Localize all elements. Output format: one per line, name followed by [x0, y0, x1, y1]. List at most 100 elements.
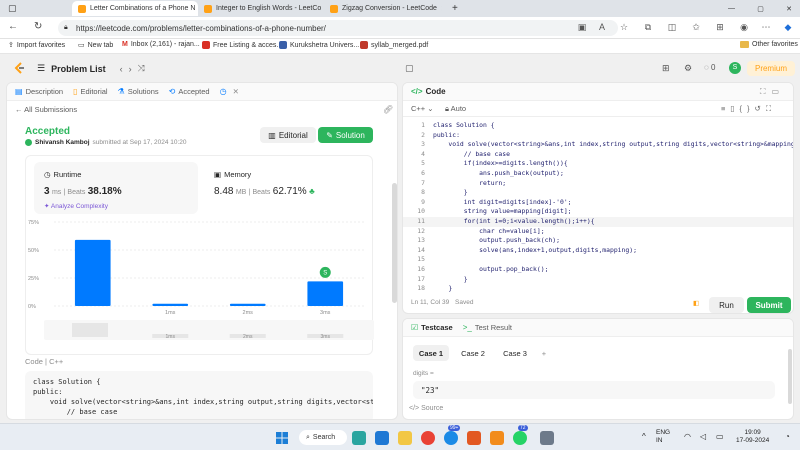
case-2-button[interactable]: Case 2 [455, 345, 491, 361]
code-line[interactable]: 1 class Solution { [403, 121, 793, 131]
taskbar-search[interactable]: ⌕ Search [299, 430, 347, 445]
memory-box[interactable]: ▣ Memory 8.48 MB | Beats 62.71% ♣ [204, 162, 368, 214]
runtime-box[interactable]: ◷ Runtime 3 ms | Beats 38.18% ✦ Analyze C… [34, 162, 198, 214]
author-name[interactable]: Shivansh Kamboj [35, 139, 90, 146]
leetcode-logo-icon[interactable] [13, 62, 26, 75]
collections-icon[interactable]: ⊞ [714, 22, 726, 34]
url-input[interactable]: 🔒︎ https://leetcode.com/problems/letter-… [58, 20, 618, 36]
tray-chevron-icon[interactable]: ^ [642, 432, 646, 441]
code-line[interactable]: 8 } [403, 188, 793, 198]
note-icon[interactable]: ◧ [693, 299, 699, 307]
chart-bar[interactable] [74, 239, 111, 306]
bookmark-import[interactable]: ⇪ Import favorites [8, 41, 65, 50]
collapse-icon[interactable]: ▭ [771, 87, 785, 96]
scrollbar[interactable] [788, 349, 792, 404]
edge-icon[interactable]: 99+ [444, 425, 461, 445]
back-icon[interactable]: ← [8, 21, 18, 32]
code-line[interactable]: 12 char ch=value[i]; [403, 227, 793, 237]
clock[interactable]: 19:09 17-09-2024 [736, 429, 769, 445]
bookmark-kurukshetra[interactable]: Kurukshetra Univers... [279, 41, 359, 49]
debug-icon[interactable]: ▢ [405, 63, 414, 74]
scrollbar[interactable] [392, 183, 397, 303]
shuffle-icon[interactable]: ⤨ [138, 63, 145, 74]
chart-bar[interactable] [152, 303, 189, 306]
avatar[interactable]: S [729, 62, 741, 74]
windows-start-icon[interactable] [275, 431, 289, 445]
tab-accepted[interactable]: ◷ ✕ [220, 87, 239, 96]
tab-test-result[interactable]: >_ Test Result [463, 323, 512, 332]
tab-solutions[interactable]: ⚗ Solutions [118, 87, 159, 96]
problem-list-nav[interactable]: ☰ Problem List ‹ › ⤨ [37, 63, 145, 74]
submit-button[interactable]: Submit [747, 297, 791, 313]
code-line[interactable]: 18 } [403, 284, 793, 294]
code-line[interactable]: 3 void solve(vector<string>&ans,int inde… [403, 140, 793, 150]
scrollbar[interactable] [788, 123, 792, 303]
tab-description[interactable]: ▤ Description [15, 87, 63, 96]
tab-submissions[interactable]: ⟲ Accepted [169, 87, 210, 96]
streak-counter[interactable]: ◌ 0 [704, 63, 715, 72]
analyze-complexity-link[interactable]: ✦ Analyze Complexity [44, 202, 108, 210]
case-3-button[interactable]: Case 3 [497, 345, 533, 361]
extensions-icon[interactable]: ⧉ [642, 22, 654, 34]
next-problem-icon[interactable]: › [129, 64, 132, 74]
language-select[interactable]: C++ ⌄ [411, 104, 434, 113]
vlc-icon[interactable] [490, 431, 504, 445]
close-icon[interactable]: ✕ [233, 87, 239, 96]
code-line[interactable]: 13 output.push_back(ch); [403, 236, 793, 246]
bookmark-syllab-pdf[interactable]: syllab_merged.pdf [360, 41, 428, 49]
prev-problem-icon[interactable]: ‹ [120, 64, 123, 74]
new-tab-button[interactable]: + [446, 1, 462, 16]
share-link-icon[interactable]: 🔗︎ [383, 105, 393, 114]
copilot-app-icon[interactable] [352, 431, 366, 445]
chrome-icon[interactable] [421, 431, 435, 445]
bookmark-new-tab[interactable]: ▭ New tab [78, 41, 113, 50]
code-line[interactable]: 6 ans.push_back(output); [403, 169, 793, 179]
settings-gear-icon[interactable]: ⚙ [684, 63, 692, 74]
refresh-icon[interactable]: ↻ [34, 21, 42, 32]
brackets-icon[interactable]: {} [740, 104, 755, 113]
app-icon[interactable] [540, 431, 554, 445]
chart-bar[interactable] [307, 281, 344, 306]
code-line[interactable]: 2 public: [403, 131, 793, 141]
code-line[interactable]: 15 [403, 255, 793, 265]
vscode-icon[interactable] [375, 431, 389, 445]
maximize-icon[interactable]: ▢ [757, 5, 764, 13]
auto-mode-toggle[interactable]: 🔒︎ Auto [445, 104, 466, 114]
code-line[interactable]: 9 int digit=digits[index]-'0'; [403, 198, 793, 208]
solution-button[interactable]: ✎ Solution [318, 127, 373, 143]
browser-tab-active[interactable]: Letter Combinations of a Phone N ✕ [72, 1, 198, 16]
bookmark-icon[interactable]: ▯ [730, 104, 739, 113]
code-line[interactable]: 7 return; [403, 179, 793, 189]
minimize-icon[interactable]: — [728, 5, 735, 12]
code-line[interactable]: 4 // base case [403, 150, 793, 160]
tab-editorial[interactable]: ▯ Editorial [73, 87, 108, 96]
battery-icon[interactable]: ▭ [716, 432, 724, 441]
overview-window[interactable] [72, 323, 108, 337]
other-favorites[interactable]: Other favorites [740, 41, 798, 48]
more-menu-icon[interactable]: ⋯ [760, 22, 772, 34]
maximize-icon[interactable]: ⛶ [760, 87, 772, 96]
read-aloud-icon[interactable]: A [596, 22, 608, 34]
case-1-button[interactable]: Case 1 [413, 345, 449, 361]
code-line[interactable]: 14 solve(ans,index+1,output,digits,mappi… [403, 246, 793, 256]
tab-actions-icon[interactable]: ▢ [2, 1, 20, 16]
copilot-icon[interactable]: ◆ [782, 22, 794, 34]
close-icon[interactable]: ✕ [441, 5, 442, 13]
digits-input[interactable]: "23" [413, 381, 775, 399]
bookmark-gmail[interactable]: M Inbox (2,161) - rajan... [122, 41, 200, 48]
favorite-star-icon[interactable]: ☆ [618, 22, 630, 34]
file-explorer-icon[interactable] [398, 431, 412, 445]
notification-bell-icon[interactable]: ◔ [785, 432, 790, 441]
browser-tab[interactable]: Zigzag Conversion - LeetCode ✕ [324, 1, 442, 16]
close-window-icon[interactable]: ✕ [786, 5, 792, 13]
split-screen-icon[interactable]: ◫ [666, 22, 678, 34]
chart-bar[interactable] [229, 303, 266, 306]
profile-icon[interactable]: ◉ [738, 22, 750, 34]
whatsapp-icon[interactable]: 72 [513, 425, 528, 445]
code-line[interactable]: 17 } [403, 275, 793, 285]
reset-icon[interactable]: ↺ [755, 104, 766, 113]
wifi-icon[interactable]: ◠ [684, 432, 691, 441]
code-line[interactable]: 5 if(index>=digits.length()){ [403, 159, 793, 169]
code-line[interactable]: 11 for(int i=0;i<value.length();i++){ [403, 217, 793, 227]
add-case-icon[interactable]: + [537, 345, 551, 361]
